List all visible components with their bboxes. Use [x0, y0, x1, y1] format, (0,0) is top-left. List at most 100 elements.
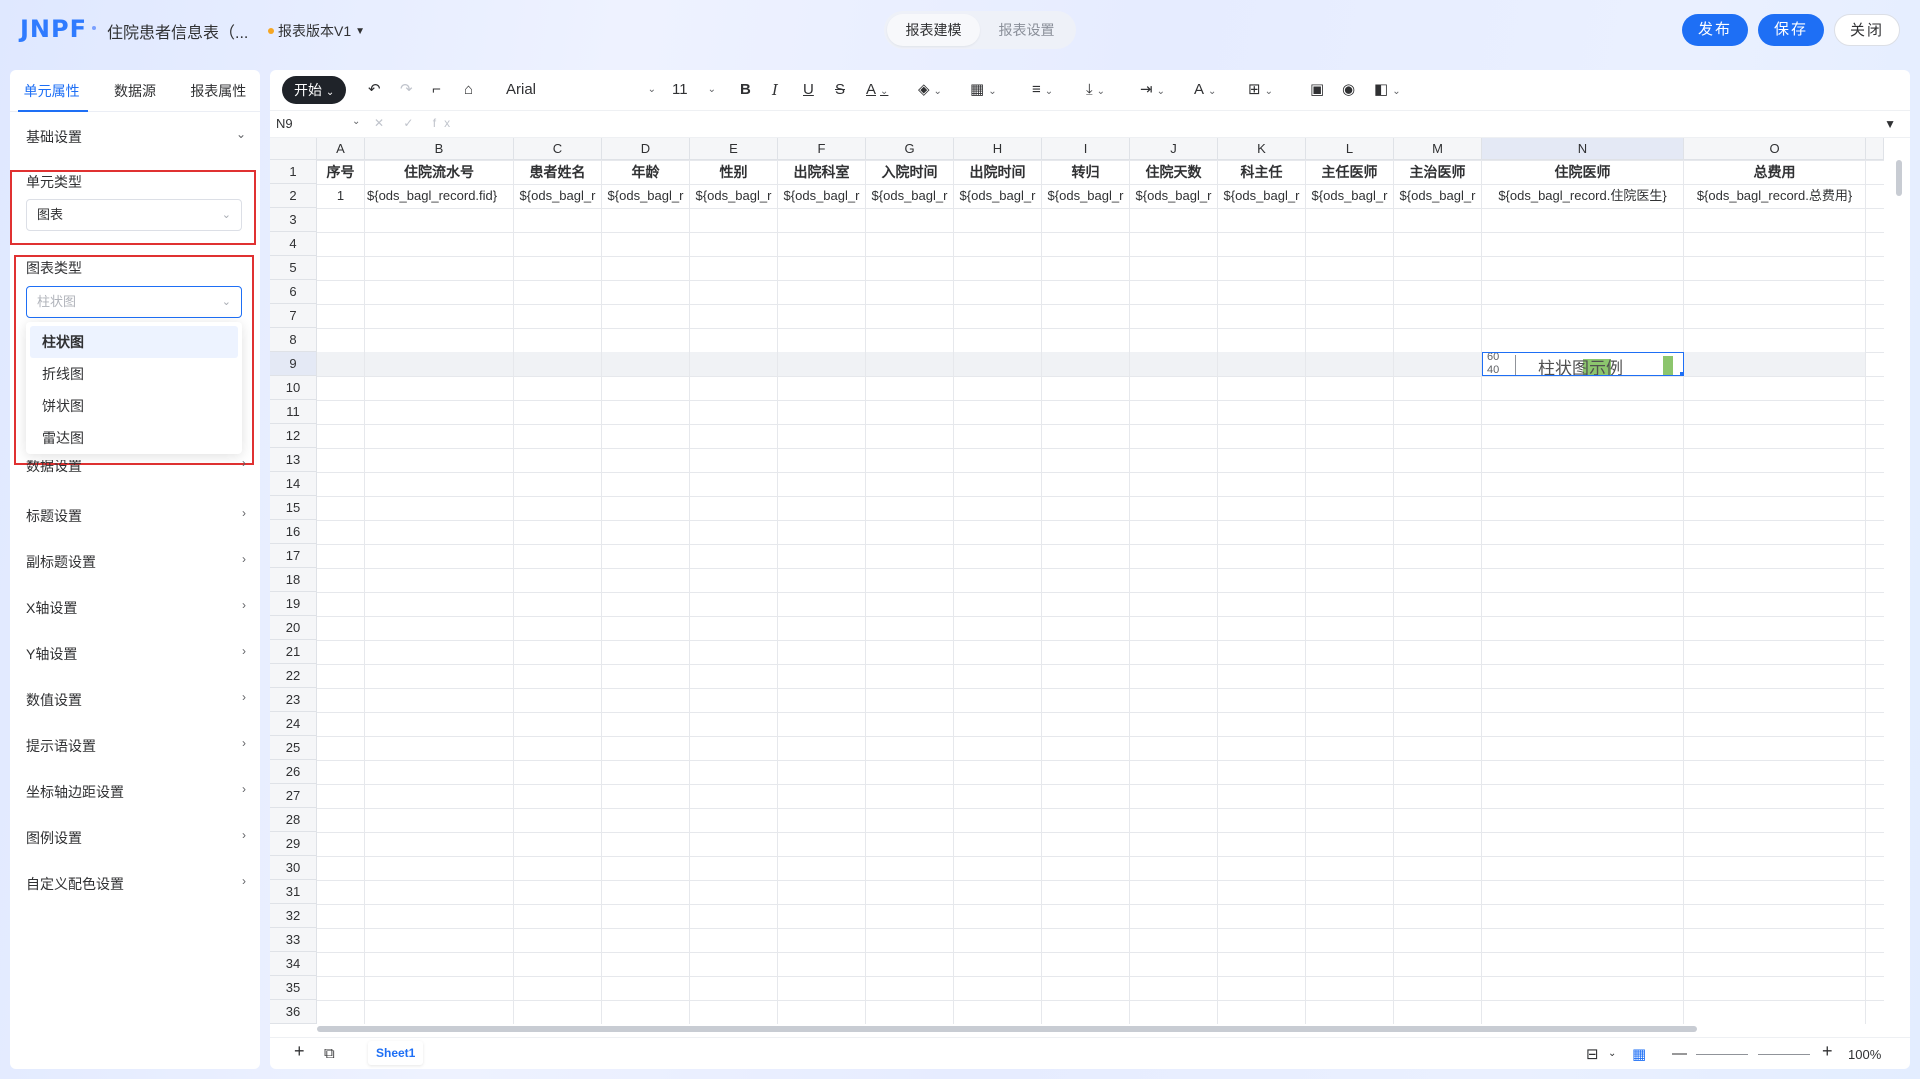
header-cell[interactable]: 入院时间	[866, 160, 953, 184]
header-cell[interactable]: 主任医师	[1306, 160, 1393, 184]
row-header[interactable]: 8	[270, 328, 317, 352]
row-header[interactable]: 18	[270, 568, 317, 592]
section-value-settings[interactable]: 数值设置 ›	[26, 690, 246, 710]
add-sheet-icon[interactable]: +	[294, 1041, 305, 1062]
template-cell[interactable]: ${ods_bagl_record.fid}	[365, 184, 513, 208]
header-cell[interactable]: 转归	[1042, 160, 1129, 184]
row-header[interactable]: 17	[270, 544, 317, 568]
row-header[interactable]: 3	[270, 208, 317, 232]
selection-fill-handle[interactable]	[1680, 372, 1683, 375]
header-cell[interactable]: 出院科室	[778, 160, 865, 184]
row-header[interactable]: 10	[270, 376, 317, 400]
column-header[interactable]: B	[365, 138, 514, 160]
section-subtitle-settings[interactable]: 副标题设置 ›	[26, 552, 246, 572]
publish-button[interactable]: 发布	[1682, 14, 1748, 46]
section-x-axis-settings[interactable]: X轴设置 ›	[26, 598, 246, 618]
column-header[interactable]: K	[1218, 138, 1306, 160]
row-header[interactable]: 15	[270, 496, 317, 520]
chart-type-select[interactable]: 柱状图 ⌄	[26, 286, 242, 318]
header-cell[interactable]: 患者姓名	[514, 160, 601, 184]
template-cell[interactable]: ${ods_bagl_record.住院医生}	[1482, 184, 1683, 208]
grid-view-icon[interactable]: ▦	[1632, 1045, 1646, 1063]
header-cell[interactable]: 序号	[317, 160, 364, 184]
merge-cells-icon[interactable]: ⊞	[1248, 80, 1273, 100]
template-cell[interactable]: ${ods_bagl_r	[1218, 184, 1305, 208]
header-cell[interactable]: 科主任	[1218, 160, 1305, 184]
strikethrough-icon[interactable]: S	[835, 80, 845, 100]
start-menu-button[interactable]: 开始 ⌄	[282, 76, 347, 104]
tab-report-modeling[interactable]: 报表建模	[887, 14, 980, 46]
fill-color-icon[interactable]: ◈	[918, 80, 942, 100]
column-header[interactable]: J	[1130, 138, 1218, 160]
align-horizontal-icon[interactable]: ≡	[1032, 80, 1053, 100]
freeze-icon[interactable]: ◧	[1374, 80, 1401, 100]
row-header[interactable]: 21	[270, 640, 317, 664]
section-title-settings[interactable]: 标题设置 ›	[26, 506, 246, 526]
row-header[interactable]: 13	[270, 448, 317, 472]
column-header[interactable]: N	[1482, 138, 1684, 160]
template-cell[interactable]: ${ods_bagl_r	[602, 184, 689, 208]
column-header[interactable]: D	[602, 138, 690, 160]
row-header[interactable]: 36	[270, 1000, 317, 1024]
column-header[interactable]: H	[954, 138, 1042, 160]
header-cell[interactable]: 住院医师	[1482, 160, 1683, 184]
column-header[interactable]: M	[1394, 138, 1482, 160]
row-header[interactable]: 24	[270, 712, 317, 736]
template-cell[interactable]: ${ods_bagl_r	[690, 184, 777, 208]
sheet-list-icon[interactable]: ⧉	[324, 1045, 335, 1062]
row-header[interactable]: 22	[270, 664, 317, 688]
row-header[interactable]: 29	[270, 832, 317, 856]
row-header[interactable]: 7	[270, 304, 317, 328]
column-header[interactable]: E	[690, 138, 778, 160]
row-header[interactable]: 5	[270, 256, 317, 280]
option-bar-chart[interactable]: 柱状图	[30, 326, 238, 358]
preview-icon[interactable]: ◉	[1342, 80, 1355, 100]
row-header[interactable]: 25	[270, 736, 317, 760]
column-header[interactable]: I	[1042, 138, 1130, 160]
italic-icon[interactable]: I	[772, 80, 778, 100]
section-tooltip-settings[interactable]: 提示语设置 ›	[26, 736, 246, 756]
section-legend-settings[interactable]: 图例设置 ›	[26, 828, 246, 848]
row-header[interactable]: 26	[270, 760, 317, 784]
insert-image-icon[interactable]: ▣	[1310, 80, 1324, 100]
column-header[interactable]: G	[866, 138, 954, 160]
clear-format-icon[interactable]: ⌂	[464, 80, 473, 100]
column-header[interactable]: A	[317, 138, 365, 160]
row-header[interactable]: 20	[270, 616, 317, 640]
row-header[interactable]: 33	[270, 928, 317, 952]
template-cell[interactable]: ${ods_bagl_r	[1042, 184, 1129, 208]
column-header[interactable]: O	[1684, 138, 1866, 160]
section-data-settings[interactable]: 数据设置 ›	[26, 460, 246, 474]
tab-report-settings[interactable]: 报表设置	[980, 14, 1073, 46]
horizontal-scrollbar[interactable]	[317, 1026, 1697, 1032]
template-cell[interactable]: 1	[317, 184, 364, 208]
template-cell[interactable]: ${ods_bagl_r	[778, 184, 865, 208]
undo-icon[interactable]: ↶	[368, 80, 381, 100]
layout-icon[interactable]: ⊟	[1586, 1045, 1599, 1063]
chevron-down-icon[interactable]: ⌄	[1608, 1048, 1616, 1059]
row-header[interactable]: 6	[270, 280, 317, 304]
vertical-scrollbar[interactable]	[1896, 160, 1902, 196]
cell-type-select[interactable]: 图表 ⌄	[26, 199, 242, 231]
template-cell[interactable]: ${ods_bagl_r	[1394, 184, 1481, 208]
row-header[interactable]: 9	[270, 352, 317, 376]
template-cell[interactable]: ${ods_bagl_r	[866, 184, 953, 208]
section-axis-margin-settings[interactable]: 坐标轴边距设置 ›	[26, 782, 246, 802]
header-cell[interactable]: 主治医师	[1394, 160, 1481, 184]
close-button[interactable]: 关闭	[1834, 14, 1900, 46]
font-color-icon[interactable]: A	[866, 80, 888, 100]
chevron-down-icon[interactable]: ⌄	[352, 116, 360, 127]
option-pie-chart[interactable]: 饼状图	[26, 390, 242, 422]
sheet-tab[interactable]: Sheet1	[368, 1041, 424, 1065]
font-family-select[interactable]: Arial ⌄	[506, 80, 656, 100]
format-painter-icon[interactable]: ⌐	[432, 80, 441, 100]
row-header[interactable]: 34	[270, 952, 317, 976]
collapse-icon[interactable]: ▼	[1884, 117, 1896, 131]
header-cell[interactable]: 住院流水号	[365, 160, 513, 184]
section-y-axis-settings[interactable]: Y轴设置 ›	[26, 644, 246, 664]
section-custom-color-settings[interactable]: 自定义配色设置 ›	[26, 874, 246, 894]
row-header[interactable]: 28	[270, 808, 317, 832]
row-header[interactable]: 31	[270, 880, 317, 904]
template-cell[interactable]: ${ods_bagl_r	[1306, 184, 1393, 208]
chart-cell-preview[interactable]: 60 40 柱状图示例	[1482, 352, 1684, 376]
